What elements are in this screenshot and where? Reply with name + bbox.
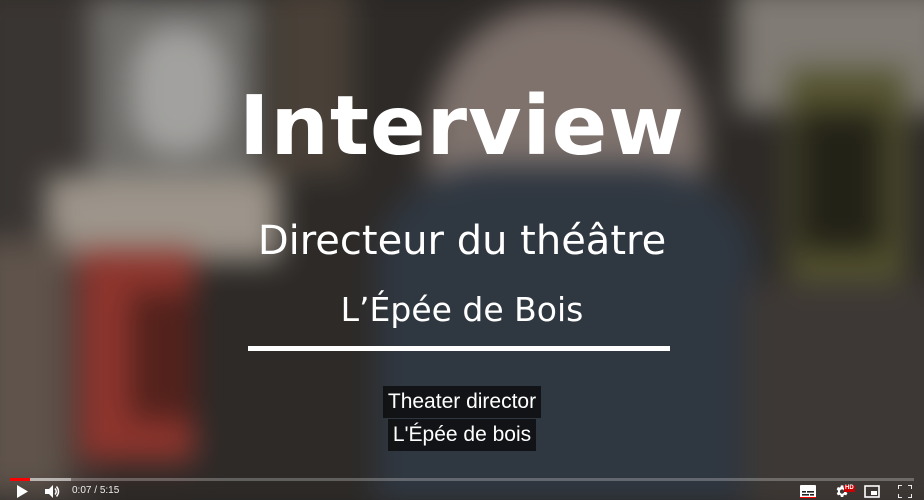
- progress-played: [10, 478, 30, 481]
- current-time: 0:07: [72, 485, 92, 496]
- duration: 5:15: [99, 485, 120, 496]
- volume-button[interactable]: [42, 482, 64, 500]
- play-button[interactable]: [12, 482, 32, 500]
- subtitles-icon: [800, 484, 816, 498]
- title-divider: [248, 346, 670, 351]
- volume-icon: [45, 484, 60, 498]
- fullscreen-icon: [898, 484, 912, 498]
- time-display: 0:07 / 5:15: [72, 485, 119, 496]
- progress-bar[interactable]: [10, 478, 914, 481]
- subtitles-button[interactable]: [798, 482, 818, 500]
- hd-badge: HD: [844, 485, 855, 492]
- caption-line: Theater director: [382, 386, 542, 418]
- subtitle-theater-name: L’Épée de Bois: [340, 290, 584, 329]
- caption-line: L'Épée de bois: [387, 419, 537, 451]
- fullscreen-button[interactable]: [895, 482, 915, 500]
- video-frame[interactable]: Interview Directeur du théâtre L’Épée de…: [0, 0, 924, 500]
- player-controls: 0:07 / 5:15: [0, 482, 924, 500]
- time-separator: /: [91, 485, 100, 496]
- miniplayer-button[interactable]: [862, 482, 882, 500]
- title-interview: Interview: [238, 79, 686, 174]
- closed-captions: Theater director L'Épée de bois: [0, 386, 924, 452]
- miniplayer-icon: [864, 484, 880, 498]
- play-icon: [17, 484, 28, 498]
- subtitle-role: Directeur du théâtre: [257, 218, 667, 264]
